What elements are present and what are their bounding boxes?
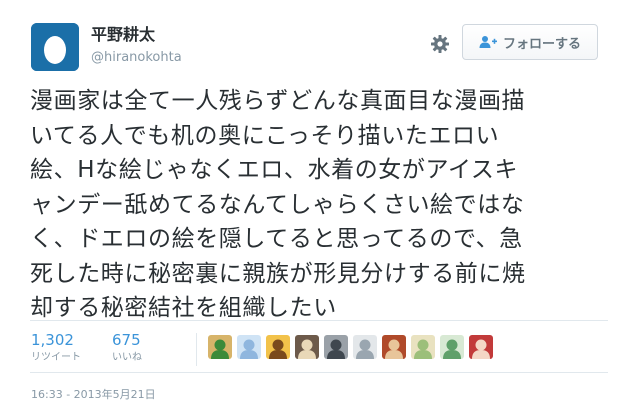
liker-avatar[interactable] (469, 335, 493, 359)
tweet-card: 平野耕太 @hiranokohta フォローする 漫画家は全て一人残らずどんな真… (0, 0, 640, 410)
liker-avatar[interactable] (266, 335, 290, 359)
liker-avatar[interactable] (295, 335, 319, 359)
stats-divider-top (30, 320, 608, 321)
follow-button[interactable]: フォローする (462, 24, 598, 60)
liker-avatar[interactable] (324, 335, 348, 359)
stats-divider-bottom (30, 372, 608, 373)
liker-avatar[interactable] (208, 335, 232, 359)
liker-avatars (208, 335, 493, 359)
follow-button-label: フォローする (502, 36, 581, 52)
retweets-count: 1,302 (31, 331, 74, 349)
likes-stat[interactable]: 675 いいね (112, 331, 142, 365)
egg-avatar-icon (31, 23, 79, 71)
user-display-name[interactable]: 平野耕太 (91, 26, 155, 44)
tweet-text-line: ャンデー舐めてるなんてしゃらくさい絵ではな (30, 191, 525, 218)
liker-avatar[interactable] (440, 335, 464, 359)
tweet-text: 漫画家は全て一人残らずどんな真面目な漫画描 いてる人でも机の奥にこっそり描いたエ… (30, 84, 620, 326)
add-user-icon (479, 36, 497, 48)
tweet-text-line: いてる人でも机の奥にこっそり描いたエロい (30, 122, 500, 149)
tweet-text-line: く、ドエロの絵を隠してると思ってるので、急 (30, 226, 523, 252)
liker-avatar[interactable] (353, 335, 377, 359)
likes-count: 675 (112, 331, 141, 349)
stats-separator (196, 333, 197, 366)
likes-label: いいね (112, 352, 142, 363)
user-handle[interactable]: @hiranokohta (91, 50, 182, 66)
liker-avatar[interactable] (382, 335, 406, 359)
tweet-text-line: 漫画家は全て一人残らずどんな真面目な漫画描 (30, 88, 526, 114)
user-avatar[interactable] (31, 23, 79, 71)
gear-icon[interactable] (428, 32, 452, 56)
tweet-timestamp[interactable]: 16:33 - 2013年5月21日 (31, 386, 156, 402)
liker-avatar[interactable] (411, 335, 435, 359)
tweet-text-line: 絵、Hな絵じゃなくエロ、水着の女がアイスキ (30, 157, 519, 183)
tweet-text-line: 死した時に秘密裏に親族が形見分けする前に焼 (30, 260, 526, 287)
liker-avatar[interactable] (237, 335, 261, 359)
retweets-label: リツイート (31, 352, 81, 363)
retweets-stat[interactable]: 1,302 リツイート (31, 331, 81, 365)
